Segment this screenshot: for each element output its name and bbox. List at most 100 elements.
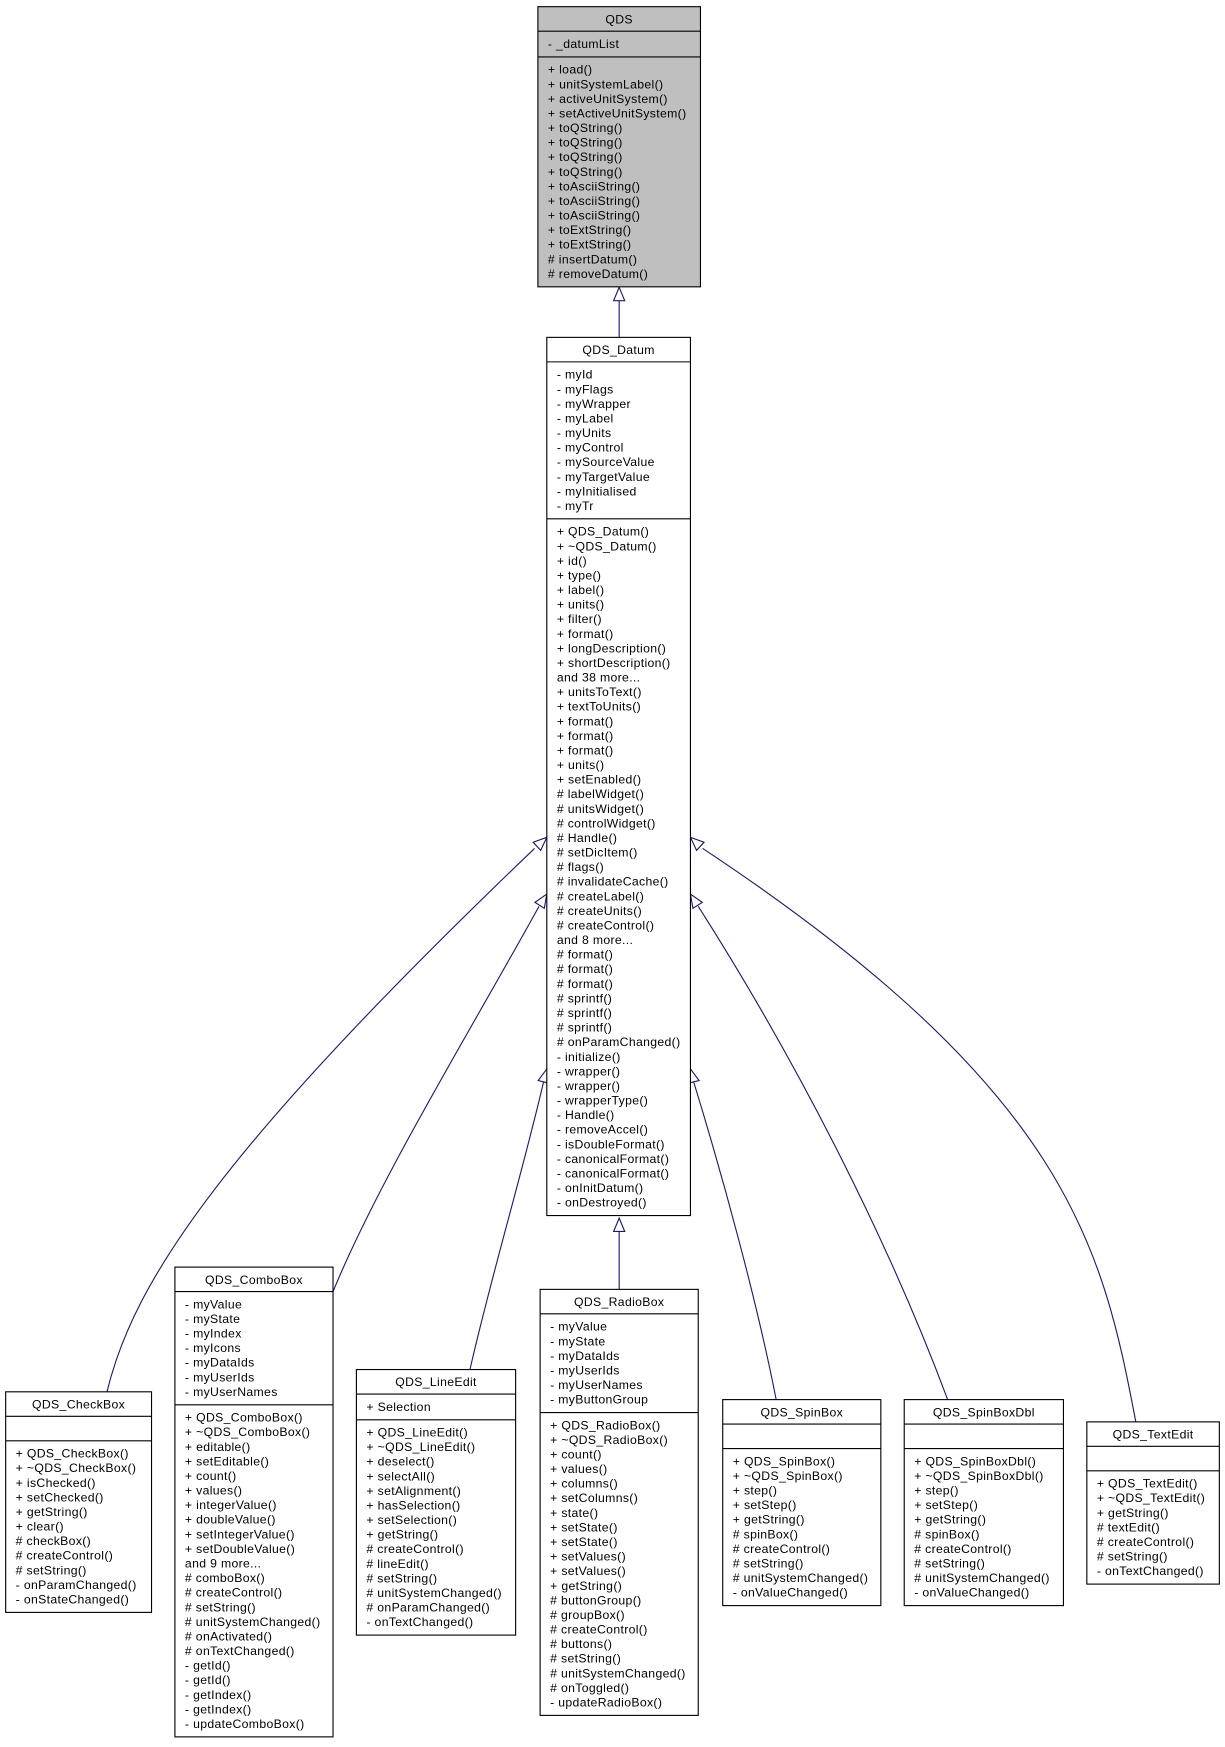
class-method: + selectAll() (366, 1469, 435, 1483)
class-attribute: - myState (185, 1312, 240, 1326)
class-method: + setSelection() (366, 1513, 457, 1527)
class-box-spinbox[interactable]: QDS_SpinBox + QDS_SpinBox()+ ~QDS_SpinBox… (722, 1399, 882, 1607)
class-box-spinboxdbl[interactable]: QDS_SpinBoxDbl + QDS_SpinBoxDbl()+ ~QDS_S… (903, 1399, 1065, 1607)
class-method: + count() (550, 1448, 602, 1462)
class-method: + unitsToText() (557, 685, 642, 699)
class-name: QDS (605, 12, 633, 26)
class-name: QDS_SpinBoxDbl (933, 1405, 1035, 1419)
class-box-datum[interactable]: QDS_Datum - myId- myFlags- myWrapper- myL… (546, 336, 691, 1217)
class-method: + QDS_Datum() (557, 525, 649, 539)
class-box-lineedit[interactable]: QDS_LineEdit+ Selection+ QDS_LineEdit()+… (355, 1368, 517, 1636)
class-method: # spinBox() (733, 1527, 799, 1541)
class-method: + columns() (550, 1477, 618, 1491)
class-method: + count() (185, 1469, 237, 1483)
class-attribute: - _datumList (548, 37, 620, 51)
class-method: and 9 more... (185, 1557, 261, 1571)
class-method: + toQString() (548, 136, 623, 150)
class-method: # unitSystemChanged() (733, 1571, 869, 1585)
class-method: # createControl() (914, 1542, 1011, 1556)
class-method: - onTextChanged() (366, 1615, 473, 1629)
class-method: + format() (557, 627, 614, 641)
class-attribute: - myInitialised (557, 484, 637, 498)
class-method: + format() (557, 743, 614, 757)
class-method: # createControl() (185, 1586, 282, 1600)
class-method: + setColumns() (550, 1491, 638, 1505)
class-method: + QDS_SpinBoxDbl() (914, 1454, 1036, 1468)
class-box-combobox[interactable]: QDS_ComboBox- myValue- myState- myIndex-… (174, 1266, 334, 1738)
class-method: # format() (557, 977, 613, 991)
class-method: and 8 more... (557, 933, 633, 947)
class-name: QDS_Datum (582, 343, 654, 357)
class-method: + values() (550, 1462, 607, 1476)
class-method: + editable() (185, 1440, 251, 1454)
class-box-textedit[interactable]: QDS_TextEdit + QDS_TextEdit()+ ~QDS_TextE… (1086, 1421, 1220, 1585)
class-attribute: - myValue (550, 1320, 607, 1334)
class-method: - wrapper() (557, 1079, 621, 1093)
class-method: - getId() (185, 1659, 231, 1673)
class-method: + doubleValue() (185, 1513, 276, 1527)
class-method: # groupBox() (550, 1608, 625, 1622)
class-attribute: - myUserNames (550, 1378, 643, 1392)
class-method: # onParamChanged() (366, 1601, 490, 1615)
class-name: QDS_ComboBox (205, 1273, 303, 1287)
class-method: + setAlignment() (366, 1484, 461, 1498)
class-box-radiobox[interactable]: QDS_RadioBox - myValue- myState- myDataId… (539, 1288, 699, 1716)
class-method: + activeUnitSystem() (548, 92, 668, 106)
class-method: + state() (550, 1506, 598, 1520)
class-method: # buttonGroup() (550, 1593, 641, 1607)
class-method: + units() (557, 758, 605, 772)
class-method: + hasSelection() (366, 1499, 460, 1513)
class-method: + integerValue() (185, 1498, 277, 1512)
class-method: + step() (914, 1484, 959, 1498)
class-box-qds[interactable]: QDS - _datumList + load()+ unitSystemLabel… (537, 6, 702, 288)
class-method: # format() (557, 948, 613, 962)
class-method: + toExtString() (548, 223, 632, 237)
class-method: # controlWidget() (557, 816, 656, 830)
class-method: - updateComboBox() (185, 1717, 305, 1731)
class-attribute: - myLabel (557, 411, 614, 425)
class-method: # onToggled() (550, 1681, 629, 1695)
inheritance-arrowhead (533, 892, 548, 910)
class-method: # createControl() (557, 919, 654, 933)
class-name: QDS_SpinBox (761, 1405, 844, 1419)
class-method: - canonicalFormat() (557, 1166, 669, 1180)
class-method: - onValueChanged() (914, 1586, 1029, 1600)
class-method: - removeAccel() (557, 1123, 648, 1137)
class-name: QDS_RadioBox (574, 1295, 664, 1309)
class-attribute: - mySourceValue (557, 455, 655, 469)
class-method: + id() (557, 554, 587, 568)
class-method: # setString() (550, 1652, 621, 1666)
class-method: - initialize() (557, 1050, 621, 1064)
class-method: + toQString() (548, 165, 623, 179)
class-attribute: - myState (550, 1334, 605, 1348)
class-method: + getString() (366, 1528, 438, 1542)
class-method: + label() (557, 583, 605, 597)
class-method: # buttons() (550, 1637, 612, 1651)
class-method: + toAsciiString() (548, 194, 640, 208)
class-name: QDS_TextEdit (1113, 1428, 1194, 1442)
class-method: + getString() (733, 1513, 805, 1527)
class-box-checkbox[interactable]: QDS_CheckBox + QDS_CheckBox()+ ~QDS_Check… (5, 1391, 153, 1613)
class-method: + ~QDS_Datum() (557, 539, 657, 553)
class-method: + setActiveUnitSystem() (548, 106, 687, 120)
class-method: + QDS_LineEdit() (366, 1426, 468, 1440)
class-method: + format() (557, 729, 614, 743)
class-method: # setString() (1097, 1550, 1168, 1564)
class-method: + getString() (550, 1579, 622, 1593)
class-method: and 38 more... (557, 671, 641, 685)
inheritance-edge-spinbox (693, 1082, 777, 1400)
inheritance-edge-spinboxdbl (697, 906, 949, 1400)
class-method: - onParamChanged() (16, 1578, 137, 1592)
class-method: # setString() (733, 1557, 804, 1571)
class-attribute: - myId (557, 368, 593, 382)
class-method: + setStep() (914, 1498, 978, 1512)
inheritance-arrowhead (689, 836, 706, 852)
class-method: + setDoubleValue() (185, 1542, 295, 1556)
class-method: # unitSystemChanged() (366, 1586, 502, 1600)
class-method: # flags() (557, 860, 604, 874)
class-attribute: - myValue (185, 1297, 242, 1311)
class-method: # comboBox() (185, 1571, 265, 1585)
class-method: # spinBox() (914, 1527, 980, 1541)
class-method: # insertDatum() (548, 252, 637, 266)
class-method: # createControl() (733, 1542, 830, 1556)
